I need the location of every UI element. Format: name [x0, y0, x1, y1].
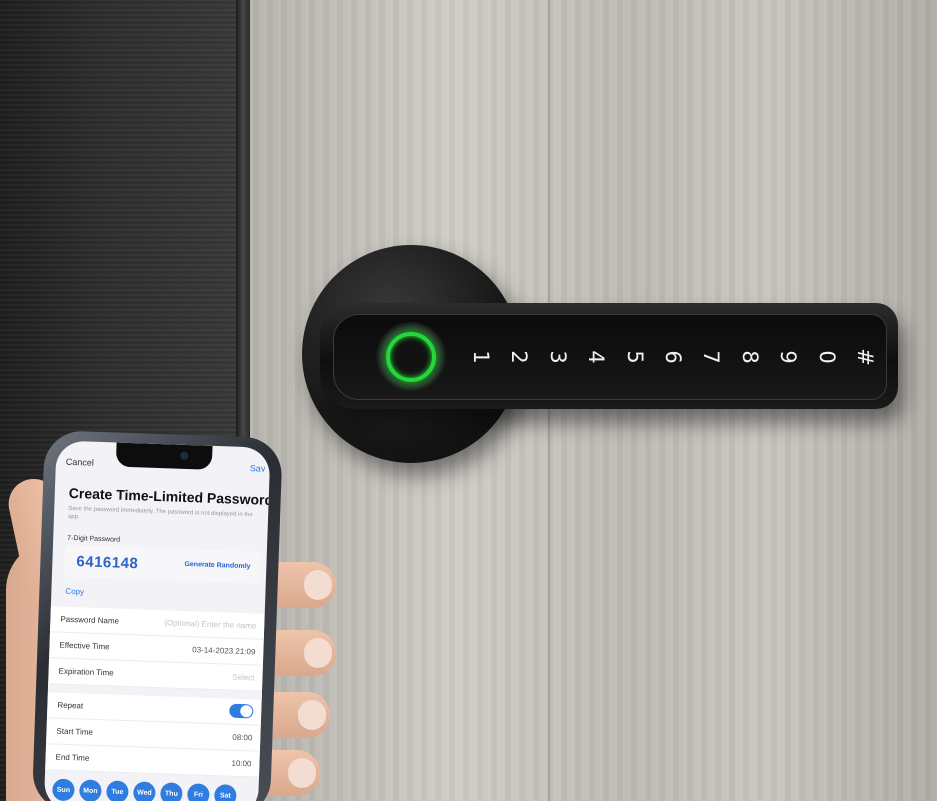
- product-photo: 1 2 3 4 5 6 7 8 9 0 # Cancel Sav Create …: [0, 0, 937, 801]
- day-mon-button[interactable]: Mon: [79, 779, 102, 801]
- day-wed-button[interactable]: Wed: [133, 781, 156, 801]
- generate-randomly-button[interactable]: Generate Randomly: [184, 561, 250, 570]
- day-sat-button[interactable]: Sat: [213, 784, 237, 801]
- weekday-selector: Sun Mon Tue Wed Thu Fri Sat: [52, 778, 237, 801]
- repeat-toggle[interactable]: [229, 703, 254, 719]
- camera-icon: [180, 451, 189, 461]
- day-sun-button[interactable]: Sun: [52, 778, 75, 801]
- effective-time-value: 03-14-2023 21:09: [192, 645, 256, 657]
- start-time-value: 08:00: [232, 732, 253, 743]
- phone-screen: Cancel Sav Create Time-Limited Password …: [43, 440, 271, 801]
- row-label: Repeat: [57, 700, 84, 711]
- row-label: Password Name: [60, 614, 120, 626]
- day-fri-button[interactable]: Fri: [186, 783, 210, 801]
- password-box: 6416148 Generate Randomly: [63, 544, 261, 584]
- toggle-knob: [240, 704, 253, 718]
- keypad-key: 4: [584, 350, 609, 364]
- password-name-input[interactable]: (Optional) Enter the name: [164, 618, 256, 630]
- row-label: Expiration Time: [58, 666, 114, 678]
- keypad-key: #: [852, 348, 877, 366]
- keypad: 1 2 3 4 5 6 7 8 9 0 #: [468, 335, 878, 379]
- row-label: End Time: [55, 752, 90, 763]
- phone-notch: [115, 442, 213, 470]
- smartphone: Cancel Sav Create Time-Limited Password …: [31, 430, 283, 801]
- password-label: 7-Digit Password: [67, 534, 121, 544]
- description-text: Save the password immediately. The passw…: [67, 505, 253, 521]
- settings-list: Password Name (Optional) Enter the name …: [45, 606, 265, 778]
- keypad-key: 3: [545, 350, 570, 364]
- end-time-value: 10:00: [231, 758, 252, 769]
- keypad-key: 5: [622, 350, 647, 364]
- save-button[interactable]: Sav: [250, 463, 266, 474]
- page-title: Create Time-Limited Password: [68, 484, 271, 508]
- fingerprint-ring-icon: [386, 332, 436, 382]
- keypad-key: 9: [776, 350, 801, 364]
- day-tue-button[interactable]: Tue: [106, 780, 129, 801]
- keypad-key: 8: [737, 350, 762, 364]
- row-label: Effective Time: [59, 640, 110, 652]
- expiration-time-value: Select: [232, 672, 255, 683]
- keypad-key: 1: [469, 350, 493, 364]
- keypad-key: 2: [507, 350, 532, 364]
- keypad-key: 0: [814, 350, 839, 364]
- day-thu-button[interactable]: Thu: [160, 782, 183, 801]
- copy-button[interactable]: Copy: [65, 587, 84, 597]
- password-value: 6416148: [76, 553, 139, 573]
- fingerprint-sensor: [376, 322, 446, 392]
- row-label: Start Time: [56, 726, 94, 737]
- keypad-key: 6: [660, 350, 685, 364]
- cancel-button[interactable]: Cancel: [66, 457, 94, 468]
- keypad-key: 7: [699, 350, 724, 364]
